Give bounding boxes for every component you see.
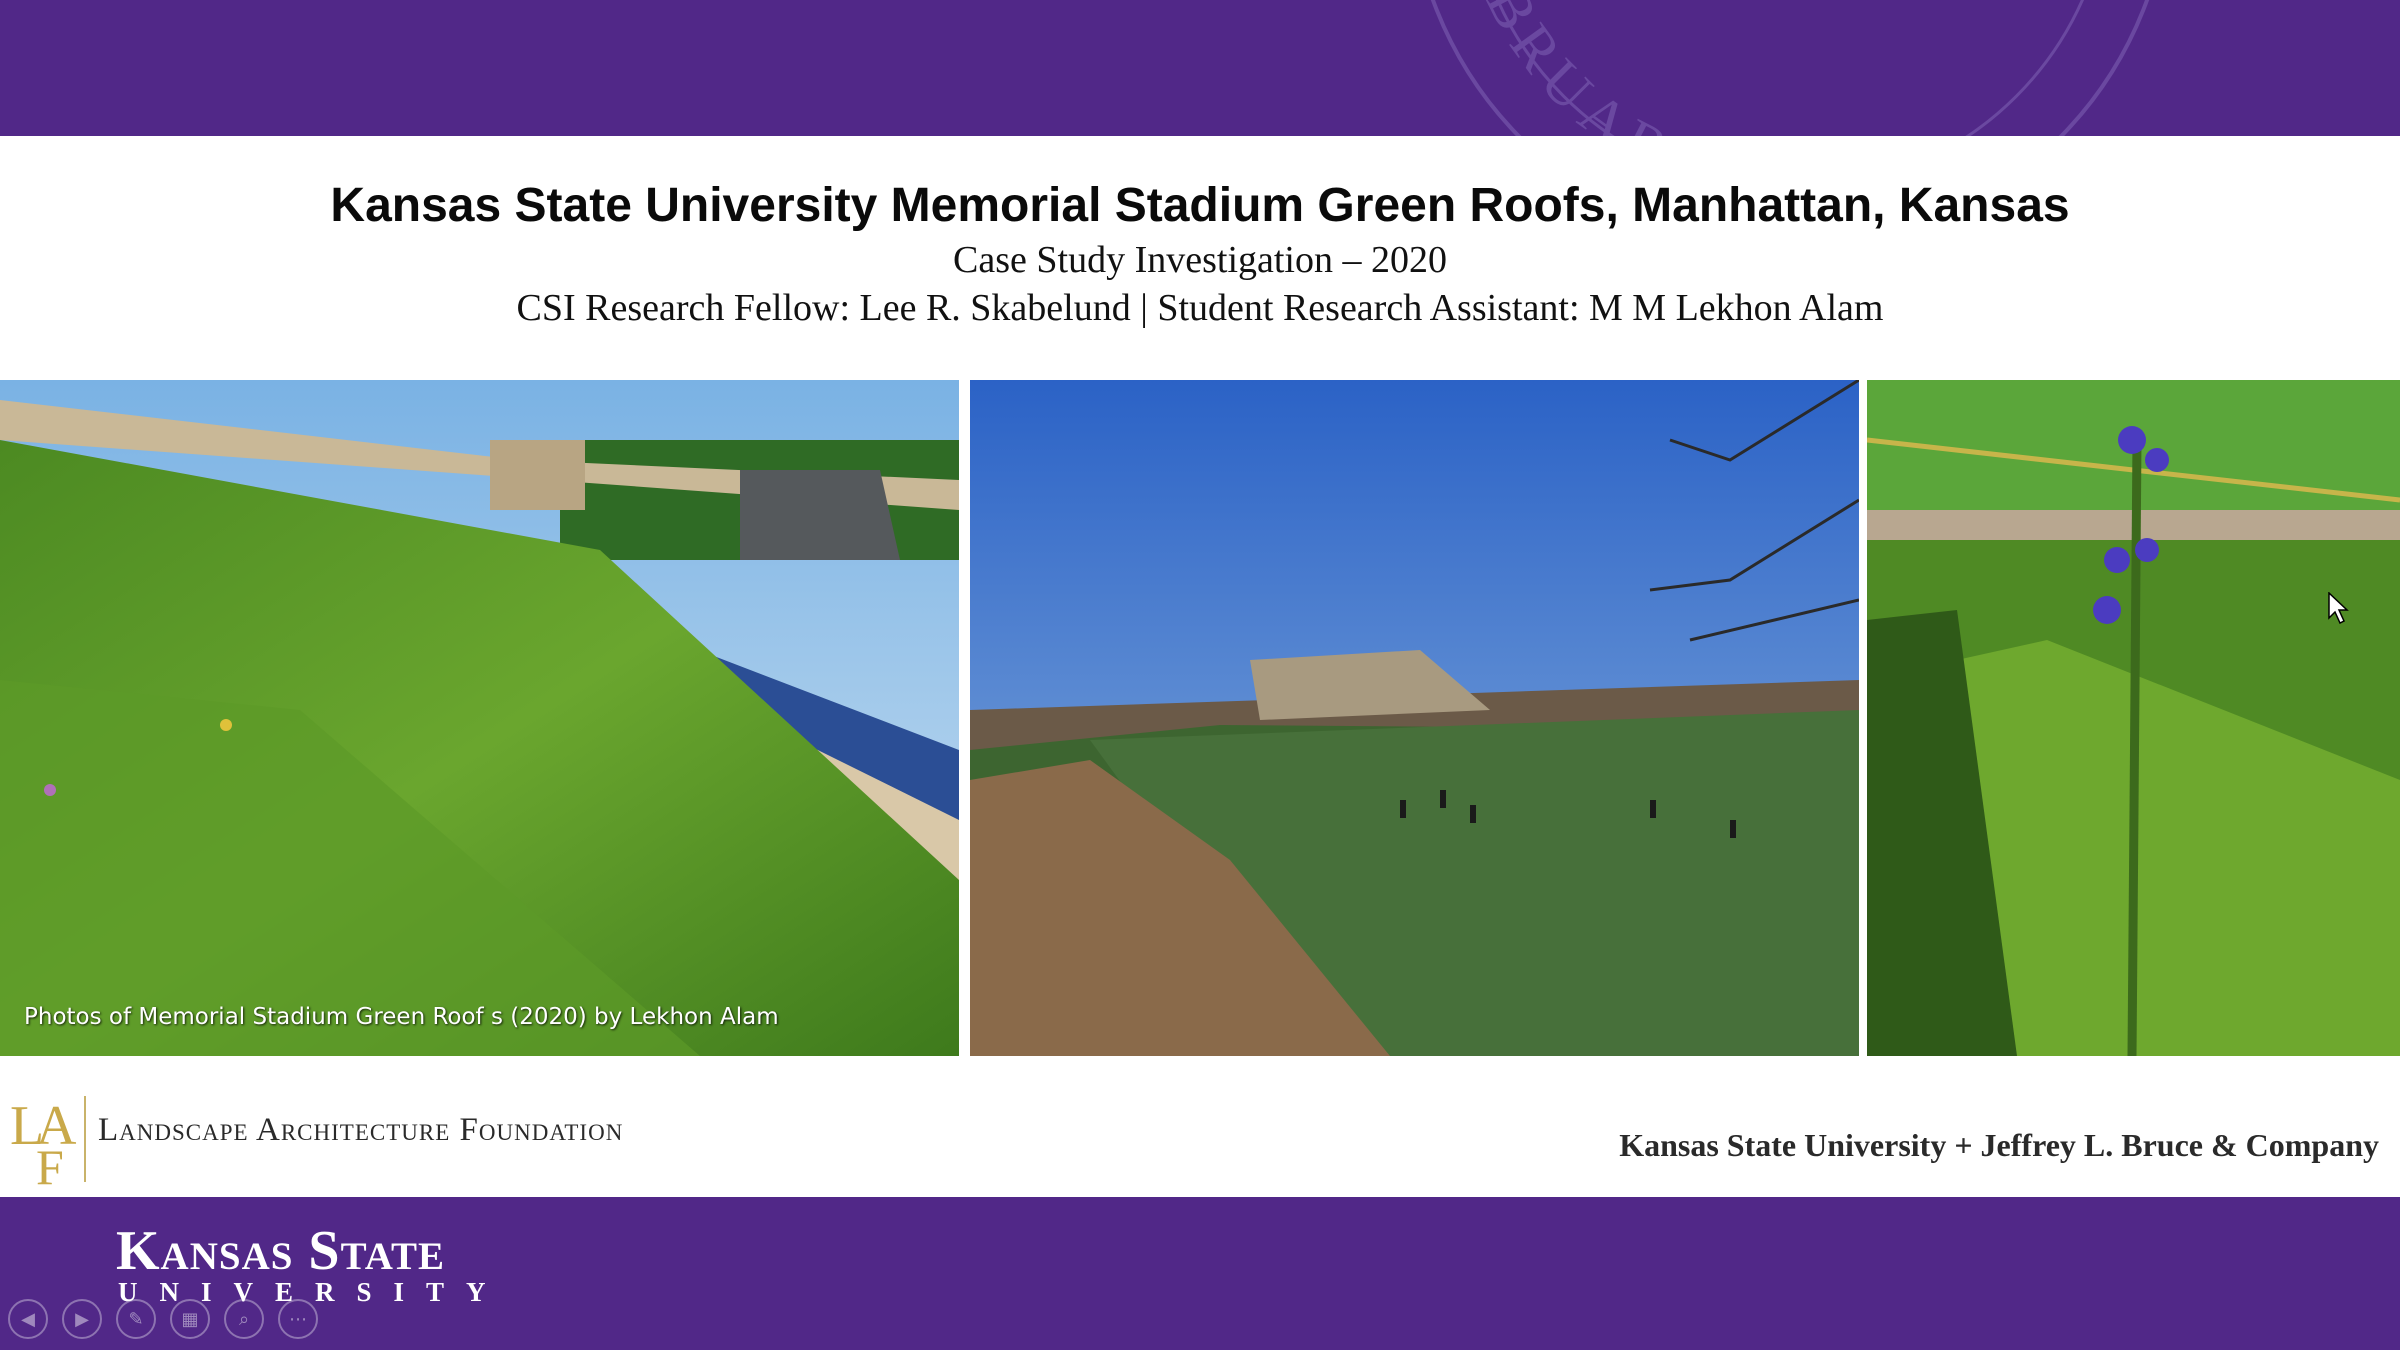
see-all-slides-button[interactable]: ▦ [170, 1299, 210, 1339]
slide-subtitle: Case Study Investigation – 2020 [953, 239, 1447, 281]
ksu-wordmark: Kansas State [116, 1220, 445, 1282]
bottom-purple-band: Kansas State UNIVERSITY ◀ ▶ ✎ ▦ ⌕ ⋯ [0, 1197, 2400, 1350]
arrow-right-icon: ▶ [75, 1308, 89, 1330]
svg-text:FEBRUARY 16, 18: FEBRUARY 16, 18 [1449, 0, 1943, 136]
mouse-cursor-icon [2328, 592, 2349, 624]
more-options-button[interactable]: ⋯ [278, 1299, 318, 1339]
svg-text:F: F [36, 1139, 64, 1187]
grid-icon: ▦ [181, 1308, 199, 1330]
laf-name: Landscape Architecture Foundation [98, 1112, 624, 1148]
laf-logo: L A F [10, 1095, 77, 1187]
university-seal-watermark: FEBRUARY 16, 18 [1430, 0, 2150, 136]
photo-caption: Photos of Memorial Stadium Green Roof s … [24, 1004, 779, 1030]
photo-stadium-field [970, 380, 1859, 1056]
pen-tool-button[interactable]: ✎ [116, 1299, 156, 1339]
ellipsis-icon: ⋯ [289, 1308, 307, 1330]
pen-icon: ✎ [128, 1308, 144, 1330]
laf-divider [84, 1096, 86, 1182]
seal-text: FEBRUARY 16, 18 [1449, 0, 1933, 136]
arrow-left-icon: ◀ [21, 1308, 35, 1330]
partners-line: Kansas State University + Jeffrey L. Bru… [1619, 1127, 2379, 1163]
slide-title: Kansas State University Memorial Stadium… [330, 179, 2070, 232]
magnifier-icon: ⌕ [238, 1308, 250, 1330]
zoom-button[interactable]: ⌕ [224, 1299, 264, 1339]
photo-stadium-green-roof-slope: Photos of Memorial Stadium Green Roof s … [0, 380, 959, 1056]
previous-slide-button[interactable]: ◀ [8, 1299, 48, 1339]
photo-spiderwort-flower [1867, 380, 2400, 1056]
presentation-controls: ◀ ▶ ✎ ▦ ⌕ ⋯ [8, 1299, 318, 1339]
slide-credits: CSI Research Fellow: Lee R. Skabelund | … [516, 287, 1884, 329]
title-block: Kansas State University Memorial Stadium… [0, 136, 2400, 380]
next-slide-button[interactable]: ▶ [62, 1299, 102, 1339]
top-purple-band: FEBRUARY 16, 18 [0, 0, 2400, 136]
